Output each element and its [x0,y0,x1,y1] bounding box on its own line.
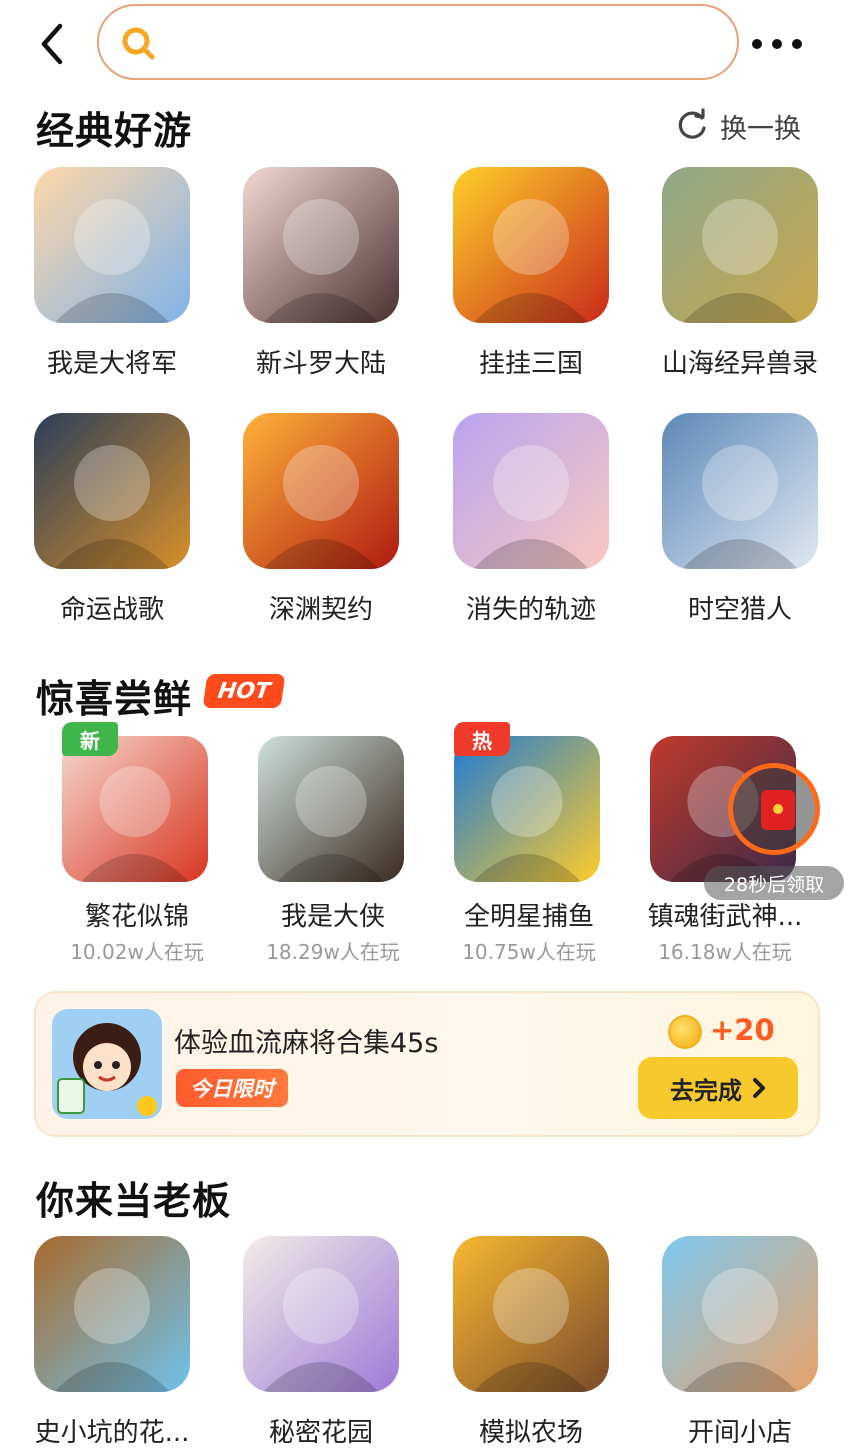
game-tag-badge: 热 [454,722,510,756]
game-icon [453,1236,609,1392]
game-icon [662,413,818,569]
back-button[interactable] [34,22,74,66]
game-icon [662,1236,818,1392]
dot-icon [792,39,802,49]
game-name: 新斗罗大陆 [255,349,386,379]
game-name: 深渊契约 [268,595,373,625]
game-name: 我是大侠 [280,902,385,932]
complete-task-label: 去完成 [670,1076,742,1105]
dot-icon [752,39,762,49]
task-reward: +20 [710,1013,775,1047]
game-icon [243,1236,399,1392]
top-bar [0,0,854,90]
task-title: 体验血流麻将合集45s [174,1028,439,1059]
refresh-button[interactable]: 换一换 [674,106,801,146]
dot-icon [772,39,782,49]
game-icon [258,736,404,882]
player-count: 10.02w人在玩 [70,940,204,964]
more-options-button[interactable] [752,30,812,58]
red-packet-timer[interactable] [728,763,820,855]
game-icon [453,167,609,323]
game-name: 挂挂三国 [478,349,583,379]
game-name: 繁花似锦 [84,902,189,932]
limited-time-badge: 今日限时 [176,1069,288,1107]
task-card[interactable]: 体验血流麻将合集45s 今日限时 +20 去完成 [34,991,820,1137]
game-name: 史小坑的花... [34,1418,190,1448]
section-title-boss: 你来当老板 [36,1179,232,1223]
game-name: 命运战歌 [59,595,164,625]
refresh-icon [678,108,706,139]
game-icon [453,413,609,569]
game-name: 秘密花园 [268,1418,373,1448]
player-count: 10.75w人在玩 [462,940,596,964]
back-arrow-icon [41,23,63,65]
game-name: 镇魂街武神... [647,902,803,932]
task-game-icon [52,1009,162,1119]
hot-badge: HOT [202,674,286,708]
section-title-classic: 经典好游 [36,109,193,153]
search-bar[interactable] [97,4,739,80]
game-icon [454,736,600,882]
chevron-right-icon [753,1078,765,1098]
game-icon [62,736,208,882]
game-name: 全明星捕鱼 [463,902,594,932]
game-tag-badge: 新 [62,722,118,756]
player-count: 18.29w人在玩 [266,940,400,964]
refresh-label: 换一换 [720,113,801,145]
game-icon [243,167,399,323]
game-name: 我是大将军 [46,349,177,379]
game-name: 开间小店 [687,1418,792,1448]
game-icon [34,413,190,569]
game-name: 模拟农场 [478,1418,583,1448]
red-envelope-icon [761,790,795,830]
game-name: 山海经异兽录 [661,349,818,379]
player-count: 16.18w人在玩 [658,940,792,964]
coin-icon [668,1015,702,1049]
search-icon [122,27,155,60]
game-icon [34,1236,190,1392]
game-name: 消失的轨迹 [465,595,596,625]
game-name: 时空猎人 [687,595,792,625]
game-icon [662,167,818,323]
game-icon [34,167,190,323]
timer-label: 28秒后领取 [704,866,844,900]
complete-task-button[interactable]: 去完成 [638,1057,798,1119]
search-input[interactable] [167,20,711,66]
section-title-trial: 惊喜尝鲜 [36,677,193,721]
game-icon [243,413,399,569]
